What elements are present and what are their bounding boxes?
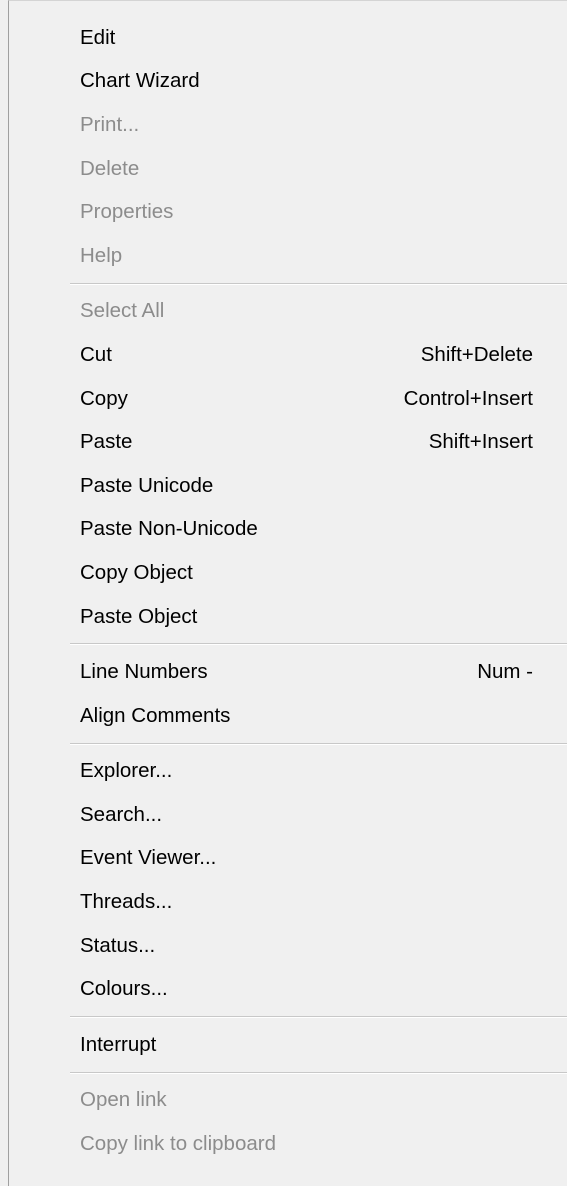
menu-item-label: Paste bbox=[80, 430, 133, 454]
menu-item-label: Cut bbox=[80, 342, 112, 366]
menu-item-shortcut: Shift+Delete bbox=[420, 342, 533, 366]
menu-item-print: Print... bbox=[9, 103, 567, 147]
menu-item-paste-object[interactable]: Paste Object bbox=[9, 595, 567, 639]
menu-item-event-viewer[interactable]: Event Viewer... bbox=[9, 837, 567, 881]
menu-item-label: Paste Unicode bbox=[80, 473, 214, 497]
menu-item-label: Print... bbox=[80, 112, 140, 136]
menu-item-chart-wizard[interactable]: Chart Wizard bbox=[9, 60, 567, 104]
menu-item-label: Threads... bbox=[80, 890, 173, 914]
menu-item-colours[interactable]: Colours... bbox=[9, 967, 567, 1011]
menu-item-label: Paste Non-Unicode bbox=[80, 517, 258, 541]
menu-item-label: Delete bbox=[80, 156, 140, 180]
menu-item-paste-non-unicode[interactable]: Paste Non-Unicode bbox=[9, 508, 567, 552]
menu-item-label: Status... bbox=[80, 933, 156, 957]
menu-item-open-link: Open link bbox=[9, 1079, 567, 1123]
menu-item-shortcut: Control+Insert bbox=[403, 386, 533, 410]
menu-item-explorer[interactable]: Explorer... bbox=[9, 750, 567, 794]
menu-item-shortcut: Shift+Insert bbox=[428, 430, 533, 454]
menu-item-copy[interactable]: Copy Control+Insert bbox=[9, 377, 567, 421]
menu-item-copy-link-to-clipboard: Copy link to clipboard bbox=[9, 1122, 567, 1166]
menu-item-properties: Properties bbox=[9, 190, 567, 234]
menu-separator bbox=[9, 278, 567, 290]
menu-item-select-all: Select All bbox=[9, 290, 567, 334]
menu-item-label: Copy link to clipboard bbox=[80, 1132, 276, 1156]
menu-item-copy-object[interactable]: Copy Object bbox=[9, 551, 567, 595]
menu-item-label: Interrupt bbox=[80, 1032, 157, 1056]
menu-item-label: Explorer... bbox=[80, 759, 173, 783]
menu-item-label: Copy bbox=[80, 386, 128, 410]
menu-item-line-numbers[interactable]: Line Numbers Num - bbox=[9, 650, 567, 694]
menu-item-label: Line Numbers bbox=[80, 660, 208, 684]
menu-item-label: Align Comments bbox=[80, 703, 231, 727]
menu-item-label: Paste Object bbox=[80, 604, 198, 628]
menu-item-label: Open link bbox=[80, 1088, 167, 1112]
menu-item-help: Help bbox=[9, 234, 567, 278]
menu-item-threads[interactable]: Threads... bbox=[9, 880, 567, 924]
menu-item-label: Edit bbox=[80, 25, 116, 49]
menu-top-padding bbox=[9, 1, 567, 16]
menu-item-paste-unicode[interactable]: Paste Unicode bbox=[9, 464, 567, 508]
menu-item-status[interactable]: Status... bbox=[9, 924, 567, 968]
menu-item-edit[interactable]: Edit bbox=[9, 16, 567, 60]
menu-item-label: Select All bbox=[80, 299, 165, 323]
menu-item-search[interactable]: Search... bbox=[9, 793, 567, 837]
menu-item-label: Help bbox=[80, 243, 123, 267]
menu-item-shortcut: Num - bbox=[477, 660, 533, 684]
menu-item-paste[interactable]: Paste Shift+Insert bbox=[9, 420, 567, 464]
menu-item-delete: Delete bbox=[9, 147, 567, 191]
context-menu: Edit Chart Wizard Print... Delete Proper… bbox=[8, 0, 567, 1186]
menu-separator bbox=[9, 738, 567, 750]
menu-separator bbox=[9, 638, 567, 650]
menu-item-label: Properties bbox=[80, 200, 174, 224]
menu-item-label: Copy Object bbox=[80, 560, 193, 584]
menu-item-label: Chart Wizard bbox=[80, 69, 200, 93]
menu-separator bbox=[9, 1067, 567, 1079]
menu-item-align-comments[interactable]: Align Comments bbox=[9, 694, 567, 738]
menu-item-label: Colours... bbox=[80, 977, 168, 1001]
menu-item-label: Search... bbox=[80, 802, 163, 826]
menu-item-cut[interactable]: Cut Shift+Delete bbox=[9, 333, 567, 377]
menu-separator bbox=[9, 1011, 567, 1023]
menu-item-interrupt[interactable]: Interrupt bbox=[9, 1023, 567, 1067]
menu-item-label: Event Viewer... bbox=[80, 846, 217, 870]
